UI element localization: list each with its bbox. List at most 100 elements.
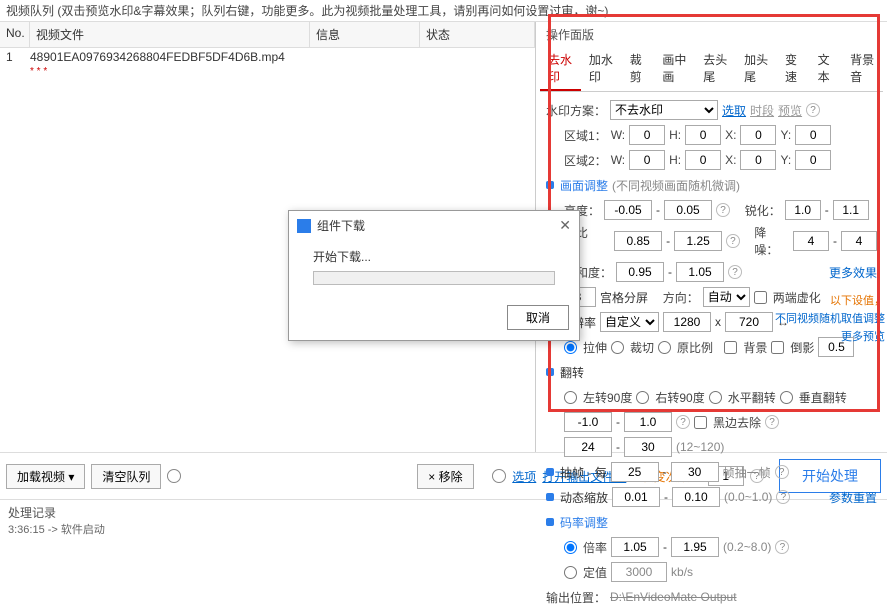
area1-x[interactable] [740, 125, 776, 145]
help-icon[interactable]: ? [776, 490, 790, 504]
random-adjust-link[interactable]: 不同视频随机取值调整 [775, 310, 885, 326]
tab-crop[interactable]: 裁剪 [622, 47, 655, 91]
sharp-min[interactable] [785, 200, 821, 220]
help-icon[interactable]: ? [716, 203, 730, 217]
download-dialog: 组件下载 ✕ 开始下载... 取消 [288, 210, 580, 341]
rot-vflip[interactable] [780, 391, 793, 404]
area2-y[interactable] [795, 150, 831, 170]
res-height[interactable] [725, 312, 773, 332]
remove-button[interactable]: × 移除 [417, 464, 473, 489]
scale-max[interactable] [672, 487, 720, 507]
area1-y[interactable] [795, 125, 831, 145]
frame-max[interactable] [671, 462, 719, 482]
tab-trim-head[interactable]: 去头尾 [695, 47, 736, 91]
area2-w[interactable] [629, 150, 665, 170]
wm-scheme-label: 水印方案： [546, 102, 606, 119]
rotate-label: 翻转 [560, 364, 584, 381]
clear-queue-button[interactable]: 清空队列 [91, 464, 161, 489]
close-icon[interactable]: ✕ [559, 217, 571, 234]
help-icon[interactable]: ? [728, 265, 742, 279]
adjust-title: 画面调整 [560, 177, 608, 194]
help-icon[interactable]: ? [676, 415, 690, 429]
res-width[interactable] [663, 312, 711, 332]
noise-min[interactable] [793, 231, 829, 251]
area1-w[interactable] [629, 125, 665, 145]
grid-direction[interactable]: 自动 [703, 287, 750, 307]
tab-add-head[interactable]: 加头尾 [736, 47, 777, 91]
cancel-button[interactable]: 取消 [507, 305, 569, 330]
bitrate-fixed-val[interactable] [611, 562, 667, 582]
zoom-max[interactable] [624, 412, 672, 432]
help-icon[interactable]: ? [765, 415, 779, 429]
trim-black-check[interactable] [694, 416, 707, 429]
pos-min[interactable] [564, 437, 612, 457]
operation-panel: 操作面版 去水印 加水印 裁剪 画中画 去头尾 加头尾 变速 文本 背景音 水印… [536, 22, 887, 452]
bitrate-max[interactable] [671, 537, 719, 557]
gear-icon[interactable] [167, 469, 181, 483]
queue-hint: 视频队列 (双击预览水印&字幕效果；队列右键，功能更多。此为视频批量处理工具，请… [0, 0, 887, 22]
more-effects-link[interactable]: 更多效果 [829, 264, 877, 281]
dialog-title-text: 组件下载 [317, 217, 365, 234]
panel-title: 操作面版 [540, 22, 883, 47]
dialog-icon [297, 219, 311, 233]
table-header: No. 视频文件 信息 状态 [0, 22, 535, 48]
reset-params-link[interactable]: 参数重置 [829, 489, 877, 506]
rot-hflip[interactable] [709, 391, 722, 404]
help-icon[interactable]: ? [806, 103, 820, 117]
noise-max[interactable] [841, 231, 877, 251]
col-no[interactable]: No. [0, 22, 30, 47]
rot-l90[interactable] [564, 391, 577, 404]
col-status[interactable]: 状态 [420, 22, 535, 47]
bg-check[interactable] [724, 341, 737, 354]
tab-bgm[interactable]: 背景音 [842, 47, 883, 91]
sat-max[interactable] [676, 262, 724, 282]
bitrate-fixed-radio[interactable] [564, 566, 577, 579]
resolution-mode[interactable]: 自定义 [600, 312, 659, 332]
gear-icon[interactable] [492, 469, 506, 483]
area1-h[interactable] [685, 125, 721, 145]
bright-min[interactable] [604, 200, 652, 220]
tab-add-watermark[interactable]: 加水印 [581, 47, 622, 91]
tab-remove-watermark[interactable]: 去水印 [540, 47, 581, 91]
output-path: D:\EnVideoMate Output [610, 590, 737, 604]
scale-label: 动态缩放 [560, 489, 608, 506]
fit-crop[interactable] [611, 341, 624, 354]
area2-x[interactable] [740, 150, 776, 170]
pos-max[interactable] [624, 437, 672, 457]
wm-pick-link[interactable]: 选取 [722, 102, 746, 119]
col-info[interactable]: 信息 [310, 22, 420, 47]
area1-label: 区域1： [564, 127, 607, 144]
output-label: 输出位置： [546, 589, 606, 606]
fit-stretch[interactable] [564, 341, 577, 354]
zoom-min[interactable] [564, 412, 612, 432]
help-icon[interactable]: ? [775, 540, 789, 554]
contrast-min[interactable] [614, 231, 662, 251]
bitrate-rate-radio[interactable] [564, 541, 577, 554]
bright-max[interactable] [664, 200, 712, 220]
dual-blur-check[interactable] [754, 291, 767, 304]
more-preview-link[interactable]: 更多预览 [775, 328, 885, 344]
tab-text[interactable]: 文本 [810, 47, 843, 91]
wm-preview-link[interactable]: 预览 [778, 102, 802, 119]
load-video-button[interactable]: 加载视频 ▾ [6, 464, 85, 489]
help-icon[interactable]: ? [726, 234, 740, 248]
area2-label: 区域2： [564, 152, 607, 169]
wm-scheme-select[interactable]: 不去水印 [610, 100, 718, 120]
sharp-max[interactable] [833, 200, 869, 220]
frame-min[interactable] [611, 462, 659, 482]
scale-min[interactable] [612, 487, 660, 507]
tab-pip[interactable]: 画中画 [654, 47, 695, 91]
options-link[interactable]: 选项 [512, 468, 536, 485]
fit-ratio[interactable] [658, 341, 671, 354]
wm-time-link[interactable]: 时段 [750, 102, 774, 119]
tab-speed[interactable]: 变速 [777, 47, 810, 91]
contrast-max[interactable] [674, 231, 722, 251]
rot-r90[interactable] [636, 391, 649, 404]
sat-min[interactable] [616, 262, 664, 282]
help-icon[interactable]: ? [775, 465, 789, 479]
bitrate-min[interactable] [611, 537, 659, 557]
frame-label: 抽帧 - 每 [560, 464, 607, 481]
table-row[interactable]: 1 48901EA0976934268804FEDBF5DF4D6B.mp4 [0, 48, 535, 66]
area2-h[interactable] [685, 150, 721, 170]
col-file[interactable]: 视频文件 [30, 22, 310, 47]
